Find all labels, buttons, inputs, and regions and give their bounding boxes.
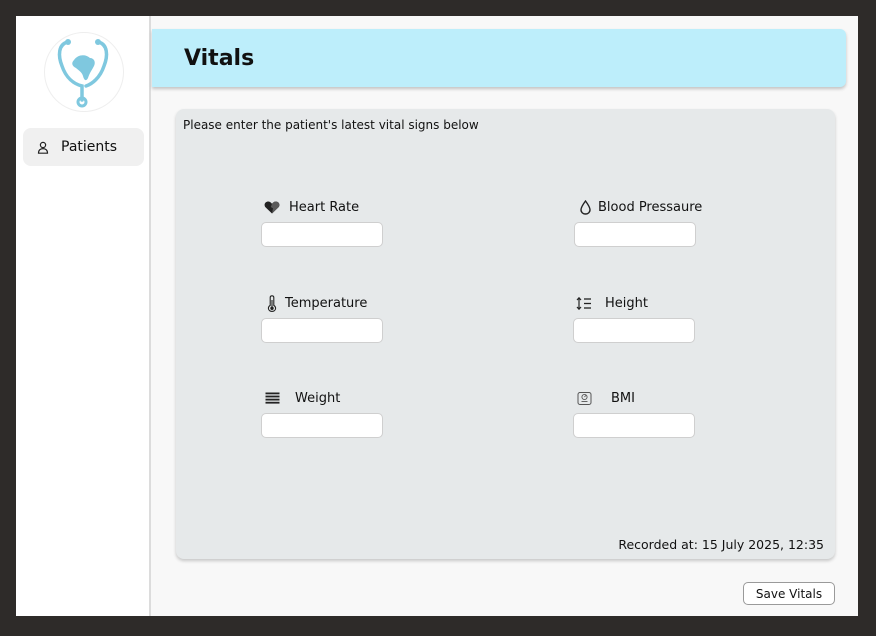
weight-label: Weight: [295, 390, 341, 406]
bmi-label: BMI: [611, 390, 635, 406]
height-input[interactable]: [573, 318, 695, 343]
weight-field: Weight: [261, 389, 383, 438]
heart-rate-label: Heart Rate: [289, 199, 360, 215]
weight-input[interactable]: [261, 413, 383, 438]
heart-icon: [261, 201, 283, 214]
heart-rate-input[interactable]: [261, 222, 383, 247]
height-list-icon: [573, 296, 595, 310]
blood-pressure-field: Blood Pressaure: [574, 198, 702, 247]
sidebar-item-label: Patients: [61, 139, 118, 155]
blood-pressure-input[interactable]: [574, 222, 696, 247]
temperature-input[interactable]: [261, 318, 383, 343]
droplet-icon: [574, 199, 596, 215]
page-title: Vitals: [184, 45, 255, 71]
save-vitals-button[interactable]: Save Vitals: [743, 582, 835, 605]
person-icon: [37, 141, 49, 154]
temperature-field: Temperature: [261, 294, 383, 343]
scale-icon: [573, 391, 595, 406]
vitals-form-card: Please enter the patient's latest vital …: [176, 109, 835, 559]
temperature-label: Temperature: [285, 295, 368, 311]
stethoscope-africa-logo: [44, 32, 124, 112]
heart-rate-field: Heart Rate: [261, 198, 383, 247]
page-header: Vitals: [152, 29, 846, 87]
blood-pressure-label: Blood Pressaure: [598, 199, 703, 215]
recorded-timestamp: Recorded at: 15 July 2025, 12:35: [618, 537, 824, 552]
weight-lines-icon: [261, 392, 283, 404]
form-instructions: Please enter the patient's latest vital …: [183, 118, 479, 132]
app-window: Patients Vitals Please enter the patient…: [16, 16, 858, 616]
height-label: Height: [605, 295, 648, 311]
thermometer-icon: [261, 294, 283, 312]
sidebar-item-patients[interactable]: Patients: [23, 128, 144, 166]
bmi-field: BMI: [573, 389, 695, 438]
height-field: Height: [573, 294, 695, 343]
sidebar: Patients: [16, 16, 151, 616]
bmi-input[interactable]: [573, 413, 695, 438]
